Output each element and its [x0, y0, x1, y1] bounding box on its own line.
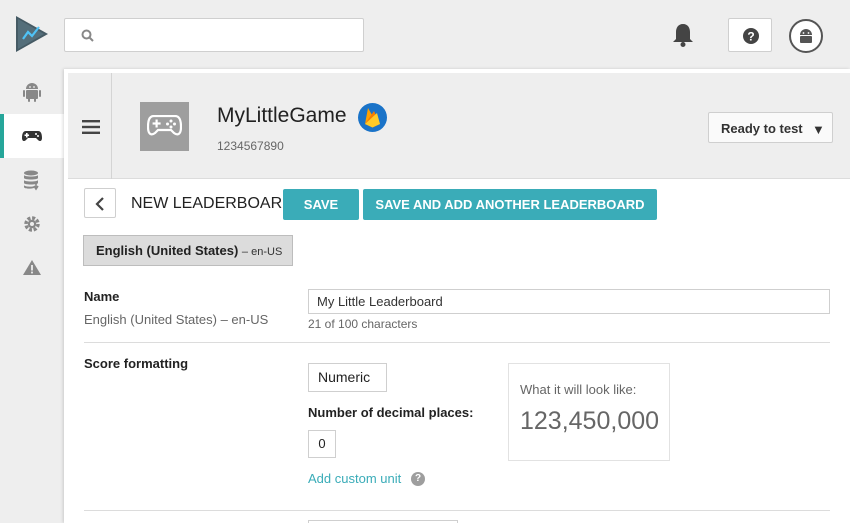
- sidebar-item-settings[interactable]: [0, 202, 64, 246]
- back-button[interactable]: [84, 188, 116, 218]
- chevron-left-icon: [95, 197, 104, 211]
- hamburger-menu-icon[interactable]: [82, 120, 100, 134]
- app-name: MyLittleGame: [217, 104, 347, 127]
- format-preview: What it will look like: 123,450,000: [508, 363, 670, 461]
- page-title: NEW LEADERBOARD: [131, 195, 294, 212]
- score-formatting-label: Score formatting: [84, 356, 189, 371]
- account-avatar[interactable]: [789, 19, 823, 53]
- save-button[interactable]: SAVE: [283, 189, 359, 220]
- help-button[interactable]: ?: [728, 18, 772, 52]
- bell-icon[interactable]: [672, 22, 694, 48]
- chevron-down-icon: ▼: [812, 122, 825, 137]
- save-and-add-another-button[interactable]: SAVE AND ADD ANOTHER LEADERBOARD: [363, 189, 657, 220]
- help-icon[interactable]: ?: [411, 472, 425, 486]
- decimal-places-field[interactable]: 0: [308, 430, 336, 458]
- preview-value: 123,450,000: [520, 407, 660, 435]
- search-icon: [81, 29, 94, 42]
- sidebar-item-database[interactable]: [0, 158, 64, 202]
- main-panel: MyLittleGame 1234567890 Ready to test ▼ …: [64, 69, 850, 523]
- preview-caption: What it will look like:: [520, 382, 637, 397]
- language-tab-label: English (United States): [96, 243, 239, 258]
- sidebar-item-alerts[interactable]: [0, 246, 64, 290]
- database-icon: [24, 170, 39, 191]
- name-sublabel: English (United States) – en-US: [84, 312, 269, 327]
- sidebar-item-game-services[interactable]: [0, 114, 64, 158]
- language-tab-code: – en-US: [241, 246, 283, 258]
- gamepad-icon: [147, 115, 182, 136]
- section-divider: [84, 510, 830, 511]
- section-divider: [84, 342, 830, 343]
- name-label: Name: [84, 289, 120, 304]
- firebase-badge: [358, 103, 387, 132]
- sidebar-item-android[interactable]: [0, 70, 64, 114]
- help-icon: ?: [743, 28, 759, 44]
- score-format-select[interactable]: Numeric: [308, 363, 387, 392]
- top-bar: ?: [0, 0, 850, 66]
- character-count: 21 of 100 characters: [308, 317, 418, 331]
- leaderboard-name-field[interactable]: My Little Leaderboard: [308, 289, 830, 314]
- sidebar: [0, 66, 64, 523]
- warning-icon: [23, 260, 41, 275]
- android-icon: [23, 83, 41, 102]
- release-status-dropdown[interactable]: Ready to test ▼: [708, 112, 833, 143]
- android-avatar-icon: [800, 29, 812, 43]
- play-console-logo[interactable]: [16, 16, 48, 52]
- search-input[interactable]: [64, 18, 364, 52]
- release-status-label: Ready to test: [721, 121, 803, 136]
- app-thumbnail: [140, 102, 189, 151]
- app-id: 1234567890: [217, 139, 284, 153]
- add-custom-unit-link[interactable]: Add custom unit: [308, 471, 401, 486]
- app-header: MyLittleGame 1234567890 Ready to test ▼: [68, 73, 850, 179]
- gamepad-icon: [22, 131, 42, 142]
- firebase-icon: [365, 108, 380, 128]
- decimal-places-label: Number of decimal places:: [308, 405, 474, 420]
- svg-text:?: ?: [747, 30, 754, 44]
- gear-icon: [24, 216, 40, 232]
- language-tab[interactable]: English (United States) – en-US: [83, 235, 293, 266]
- menu-column: [68, 73, 112, 179]
